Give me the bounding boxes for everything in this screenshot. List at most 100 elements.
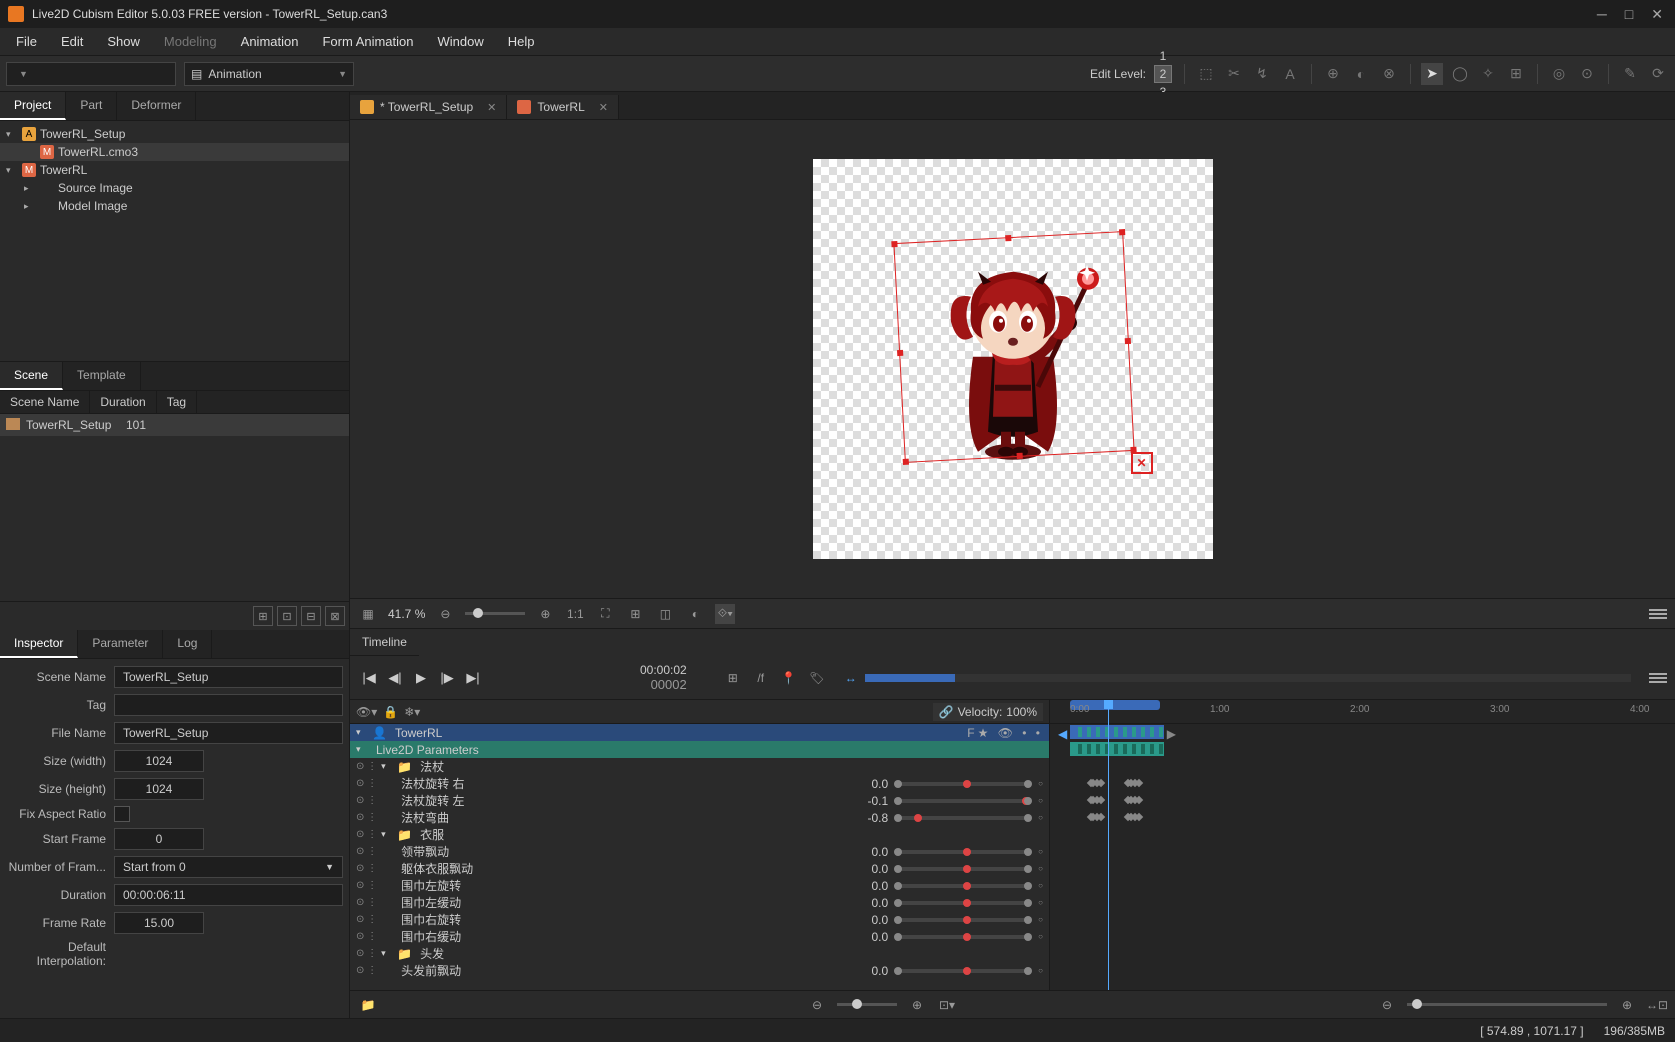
param-row[interactable]: ⊙ ⋮头发前飘动0.0○ <box>350 962 1049 979</box>
canvas[interactable]: ✕ <box>813 159 1213 559</box>
grid-icon[interactable]: ▦ <box>358 604 378 624</box>
param-row[interactable]: ⊙ ⋮▾📁法杖 <box>350 758 1049 775</box>
text-input[interactable]: TowerRL_Setup <box>114 666 343 688</box>
timeline-track-row[interactable] <box>1050 809 1675 826</box>
tool-icon[interactable]: ◐ <box>1350 63 1372 85</box>
timeline-track-row[interactable] <box>1050 894 1675 911</box>
tool-icon[interactable]: ⊗ <box>1378 63 1400 85</box>
panel-menu-icon[interactable] <box>1649 605 1667 623</box>
selection-bbox[interactable] <box>893 231 1134 463</box>
close-tab-icon[interactable]: ✕ <box>487 101 496 114</box>
menu-show[interactable]: Show <box>97 30 150 53</box>
timeline-track-row[interactable] <box>1050 843 1675 860</box>
tool-icon[interactable]: ⟳ <box>1647 63 1669 85</box>
frame-mode-icon[interactable]: /f <box>751 668 771 688</box>
last-frame-button[interactable]: ▶| <box>462 667 484 689</box>
param-slider[interactable] <box>898 782 1028 786</box>
zoom-slider[interactable] <box>465 612 525 615</box>
view-icon[interactable]: ◫ <box>655 604 675 624</box>
timeline-track-row[interactable] <box>1050 962 1675 979</box>
maximize-button[interactable]: □ <box>1625 6 1633 23</box>
param-row[interactable]: ⊙ ⋮领带飘动0.0○ <box>350 843 1049 860</box>
timeline-track-row[interactable] <box>1050 928 1675 945</box>
text-input[interactable] <box>114 694 343 716</box>
number-input[interactable]: 15.00 <box>114 912 204 934</box>
tool-icon[interactable]: ⬚ <box>1195 63 1217 85</box>
tool-icon[interactable]: A <box>1279 63 1301 85</box>
tree-item[interactable]: ▾MTowerRL <box>0 161 349 179</box>
close-button[interactable]: ✕ <box>1651 6 1663 23</box>
tree-item[interactable]: ▾ATowerRL_Setup <box>0 125 349 143</box>
tab-project[interactable]: Project <box>0 92 66 120</box>
param-row[interactable]: ⊙ ⋮法杖旋转 右0.0○ <box>350 775 1049 792</box>
track-zoom-slider[interactable] <box>1407 1003 1607 1006</box>
track-row[interactable]: ▾👤TowerRLF★ 👁 • • <box>350 724 1049 741</box>
param-slider[interactable] <box>898 918 1028 922</box>
param-slider[interactable] <box>898 799 1028 803</box>
tree-item[interactable]: ▸Model Image <box>0 197 349 215</box>
text-input[interactable]: TowerRL_Setup <box>114 722 343 744</box>
tool-icon[interactable]: ⊕ <box>1322 63 1344 85</box>
insp-tool-icon[interactable]: ⊞ <box>253 606 273 626</box>
param-row[interactable]: ⊙ ⋮围巾右旋转0.0○ <box>350 911 1049 928</box>
menu-window[interactable]: Window <box>428 30 494 53</box>
arrow-tool-icon[interactable]: ➤ <box>1421 63 1443 85</box>
tab-scene[interactable]: Scene <box>0 362 63 390</box>
expand-icon[interactable]: ⛶ <box>595 604 615 624</box>
tab-inspector[interactable]: Inspector <box>0 630 78 658</box>
project-tree[interactable]: ▾ATowerRL_SetupMTowerRL.cmo3▾MTowerRL▸So… <box>0 121 349 361</box>
zoom-in-icon[interactable]: ⊕ <box>1617 995 1637 1015</box>
timeline-track-row[interactable] <box>1050 945 1675 962</box>
number-input[interactable]: 1024 <box>114 778 204 800</box>
snowflake-icon[interactable]: ❄▾ <box>404 705 420 719</box>
tag-icon[interactable]: 🏷 <box>807 668 827 688</box>
mode-combo[interactable]: ▤ Animation ▼ <box>184 62 354 86</box>
lasso-tool-icon[interactable]: ◯ <box>1449 63 1471 85</box>
folder-icon[interactable]: 📁 <box>358 995 378 1015</box>
tool-icon[interactable]: ✂ <box>1223 63 1245 85</box>
param-row[interactable]: ⊙ ⋮▾📁衣服 <box>350 826 1049 843</box>
zoom-in-icon[interactable]: ⊕ <box>907 995 927 1015</box>
play-button[interactable]: ▶ <box>410 667 432 689</box>
tab-log[interactable]: Log <box>163 630 212 658</box>
param-slider[interactable] <box>898 969 1028 973</box>
edit-level-1[interactable]: 1 <box>1154 47 1172 65</box>
tab-part[interactable]: Part <box>66 92 117 120</box>
timeline-menu-icon[interactable] <box>1649 669 1667 687</box>
scene-col[interactable]: Duration <box>90 391 156 413</box>
velocity-field[interactable]: 🔗 Velocity: 100% <box>933 703 1043 721</box>
minimize-button[interactable]: ─ <box>1597 6 1607 23</box>
zoom-out-icon[interactable]: ⊖ <box>435 604 455 624</box>
edit-level-2[interactable]: 2 <box>1154 65 1172 83</box>
timeline-track-row[interactable]: ◀▶ <box>1050 724 1675 741</box>
graph-icon[interactable]: ⊞ <box>723 668 743 688</box>
tool-icon[interactable]: ✎ <box>1619 63 1641 85</box>
delete-icon[interactable]: ✕ <box>1131 452 1153 474</box>
tool-icon[interactable]: ⊞ <box>1505 63 1527 85</box>
scene-list[interactable]: TowerRL_Setup101 <box>0 414 349 436</box>
timeline-track-row[interactable] <box>1050 911 1675 928</box>
tree-item[interactable]: ▸Source Image <box>0 179 349 197</box>
param-row[interactable]: ⊙ ⋮法杖旋转 左-0.1○ <box>350 792 1049 809</box>
param-row[interactable]: ⊙ ⋮躯体衣服飘动0.0○ <box>350 860 1049 877</box>
tree-item[interactable]: MTowerRL.cmo3 <box>0 143 349 161</box>
param-row[interactable]: ⊙ ⋮▾📁头发 <box>350 945 1049 962</box>
tool-icon[interactable]: ↯ <box>1251 63 1273 85</box>
close-tab-icon[interactable]: ✕ <box>599 101 608 114</box>
first-frame-button[interactable]: |◀ <box>358 667 380 689</box>
number-input[interactable]: 0 <box>114 828 204 850</box>
fit-icon[interactable]: 1:1 <box>565 604 585 624</box>
param-group[interactable]: ▾Live2D Parameters <box>350 741 1049 758</box>
zoom-out-icon[interactable]: ⊖ <box>807 995 827 1015</box>
insp-tool-icon[interactable]: ⊠ <box>325 606 345 626</box>
tool-icon[interactable]: ⊙ <box>1576 63 1598 85</box>
lock-icon[interactable]: 🔒 <box>383 705 398 719</box>
onion-icon[interactable]: ⟐▾ <box>715 604 735 624</box>
param-row[interactable]: ⊙ ⋮法杖弯曲-0.8○ <box>350 809 1049 826</box>
zoom-out-icon[interactable]: ⊖ <box>1377 995 1397 1015</box>
tab-template[interactable]: Template <box>63 362 141 390</box>
viewport[interactable]: ✕ <box>350 120 1675 598</box>
menu-help[interactable]: Help <box>498 30 545 53</box>
param-slider[interactable] <box>898 867 1028 871</box>
parameter-list[interactable]: ▾👤TowerRLF★ 👁 • •▾Live2D Parameters⊙ ⋮▾📁… <box>350 724 1049 990</box>
